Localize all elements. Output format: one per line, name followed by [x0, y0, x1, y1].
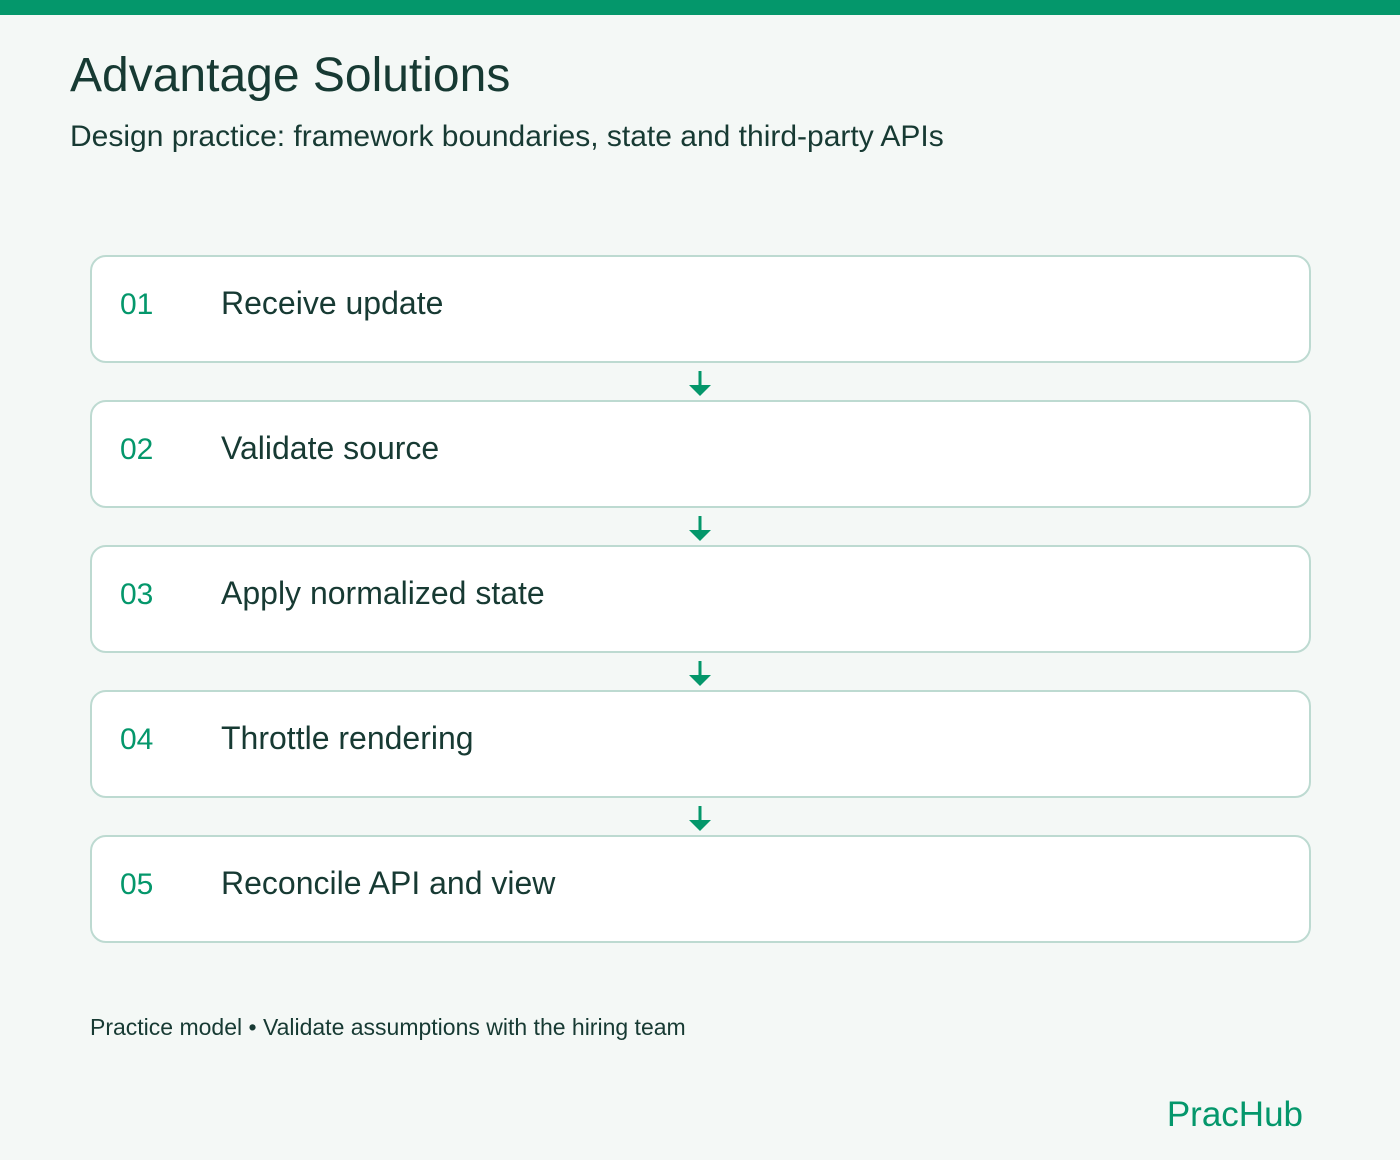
- brand-logo-text: PracHub: [1166, 1095, 1303, 1134]
- step-card-2: 02 Validate source: [90, 400, 1311, 508]
- page-title: Advantage Solutions: [70, 49, 511, 102]
- step-label: Validate source: [221, 430, 440, 466]
- step-label: Reconcile API and view: [221, 865, 556, 901]
- step-card-3: 03 Apply normalized state: [90, 545, 1311, 653]
- step-number: 02: [120, 433, 154, 466]
- step-connector: [90, 363, 1311, 400]
- arrow-down-icon: [689, 806, 711, 831]
- step-card-1: 01 Receive update: [90, 255, 1311, 363]
- step-number: 05: [120, 868, 154, 901]
- process-flow: 01 Receive update 02 Validate source 03 …: [90, 255, 1311, 943]
- step-connector: [90, 508, 1311, 545]
- footer-note: Practice model • Validate assumptions wi…: [90, 1014, 686, 1040]
- step-connector: [90, 653, 1311, 690]
- step-number: 04: [120, 723, 154, 756]
- step-card-4: 04 Throttle rendering: [90, 690, 1311, 798]
- step-label: Apply normalized state: [221, 575, 545, 611]
- step-card-5: 05 Reconcile API and view: [90, 835, 1311, 943]
- step-connector: [90, 798, 1311, 835]
- arrow-down-icon: [689, 516, 711, 541]
- step-label: Receive update: [221, 285, 444, 321]
- step-number: 01: [120, 288, 154, 321]
- top-accent-bar: [0, 0, 1400, 15]
- step-label: Throttle rendering: [221, 720, 474, 756]
- page-subtitle: Design practice: framework boundaries, s…: [70, 120, 944, 153]
- arrow-down-icon: [689, 371, 711, 396]
- arrow-down-icon: [689, 661, 711, 686]
- step-number: 03: [120, 578, 154, 611]
